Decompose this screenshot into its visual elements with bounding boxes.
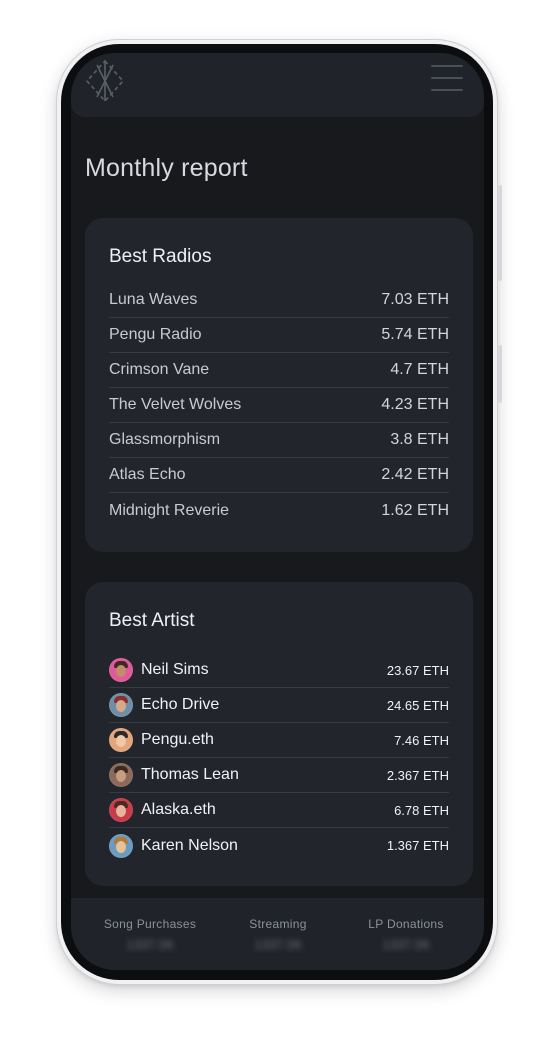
artist-identity: Thomas Lean — [109, 763, 239, 787]
best-radios-title: Best Radios — [109, 246, 212, 267]
stat-value: 1337.06 — [254, 937, 302, 952]
radio-row[interactable]: Glassmorphism 3.8 ETH — [109, 423, 449, 458]
artist-row[interactable]: Pengu.eth 7.46 ETH — [109, 723, 449, 758]
stat-label: Song Purchases — [103, 917, 197, 931]
stat-streaming: Streaming 1337.06 — [213, 917, 343, 952]
best-artist-card: Best Artist Neil Sims 23.67 ETH Echo Drive… — [85, 582, 473, 886]
artist-identity: Echo Drive — [109, 693, 219, 717]
top-nav-bar — [71, 53, 484, 117]
page-title: Monthly report — [85, 154, 248, 182]
artist-identity: Alaska.eth — [109, 798, 216, 822]
stat-label: LP Donations — [368, 917, 444, 931]
radio-name: Glassmorphism — [109, 431, 221, 448]
radio-name: Luna Waves — [109, 291, 198, 308]
radio-name: Midnight Reverie — [109, 501, 230, 519]
best-radios-card: Best Radios Luna Waves 7.03 ETH Pengu Radi… — [85, 218, 473, 552]
best-artist-title: Best Artist — [109, 610, 195, 631]
artist-earnings: 23.67 ETH — [386, 662, 449, 678]
stat-song-purchases: Song Purchases 1337.06 — [85, 917, 215, 952]
artist-avatar[interactable] — [109, 798, 133, 822]
artist-row[interactable]: Neil Sims 23.67 ETH — [109, 653, 449, 688]
artist-earnings: 2.367 ETH — [386, 767, 449, 783]
app-screen: Monthly report Best Radios Luna Waves 7.0… — [71, 53, 484, 970]
radio-earnings: 3.8 ETH — [390, 431, 449, 448]
power-button — [498, 345, 502, 403]
stat-label: Streaming — [249, 917, 307, 931]
artist-row[interactable]: Karen Nelson 1.367 ETH — [109, 828, 449, 863]
stat-value: 1337.06 — [382, 937, 430, 952]
artist-avatar[interactable] — [109, 728, 133, 752]
artist-identity: Neil Sims — [109, 658, 209, 682]
artist-name: Alaska.eth — [141, 801, 216, 818]
artist-name: Neil Sims — [141, 661, 209, 678]
radio-earnings: 4.7 ETH — [390, 361, 449, 378]
artist-avatar[interactable] — [109, 763, 133, 787]
artist-avatar[interactable] — [109, 658, 133, 682]
radio-row[interactable]: Luna Waves 7.03 ETH — [109, 283, 449, 318]
artist-row[interactable]: Thomas Lean 2.367 ETH — [109, 758, 449, 793]
radio-row[interactable]: Midnight Reverie 1.62 ETH — [109, 493, 449, 528]
artist-avatar[interactable] — [109, 833, 133, 858]
radio-earnings: 2.42 ETH — [381, 466, 449, 483]
radio-earnings: 5.74 ETH — [381, 326, 449, 343]
artist-name: Karen Nelson — [141, 836, 238, 854]
artist-earnings: 6.78 ETH — [394, 802, 449, 818]
artist-earnings: 24.65 ETH — [386, 697, 449, 713]
artist-identity: Pengu.eth — [109, 728, 214, 752]
radio-row[interactable]: Atlas Echo 2.42 ETH — [109, 458, 449, 493]
artist-name: Echo Drive — [141, 696, 220, 713]
radio-row[interactable]: The Velvet Wolves 4.23 ETH — [109, 388, 449, 423]
artist-avatar[interactable] — [109, 693, 133, 717]
stat-value: 1337.06 — [126, 937, 174, 952]
radio-name: Crimson Vane — [109, 361, 210, 378]
radio-row[interactable]: Pengu Radio 5.74 ETH — [109, 318, 449, 353]
dashed-diamond-logo-icon[interactable] — [81, 57, 129, 105]
radio-row[interactable]: Crimson Vane 4.7 ETH — [109, 353, 449, 388]
radio-name: Atlas Echo — [109, 466, 186, 483]
radio-earnings: 4.23 ETH — [381, 396, 449, 413]
artist-name: Pengu.eth — [141, 731, 214, 748]
best-radios-list: Luna Waves 7.03 ETH Pengu Radio 5.74 ETH Cri… — [109, 283, 449, 528]
artist-earnings: 7.46 ETH — [394, 732, 449, 748]
hamburger-menu-icon[interactable] — [431, 65, 463, 93]
artist-row[interactable]: Echo Drive 24.65 ETH — [109, 688, 449, 723]
artist-identity: Karen Nelson — [109, 833, 238, 858]
stat-lp-donations: LP Donations 1337.06 — [341, 917, 471, 952]
radio-earnings: 7.03 ETH — [381, 291, 449, 308]
artist-earnings: 1.367 ETH — [386, 838, 449, 853]
radio-earnings: 1.62 ETH — [381, 501, 449, 519]
radio-name: Pengu Radio — [109, 326, 202, 343]
artist-row[interactable]: Alaska.eth 6.78 ETH — [109, 793, 449, 828]
best-artist-list: Neil Sims 23.67 ETH Echo Drive 24.65 ETH Pen… — [109, 653, 449, 863]
artist-name: Thomas Lean — [141, 766, 239, 783]
volume-button — [498, 185, 502, 281]
radio-name: The Velvet Wolves — [109, 396, 242, 413]
bottom-stats-bar: Song Purchases 1337.06 Streaming 1337.06… — [71, 898, 484, 970]
